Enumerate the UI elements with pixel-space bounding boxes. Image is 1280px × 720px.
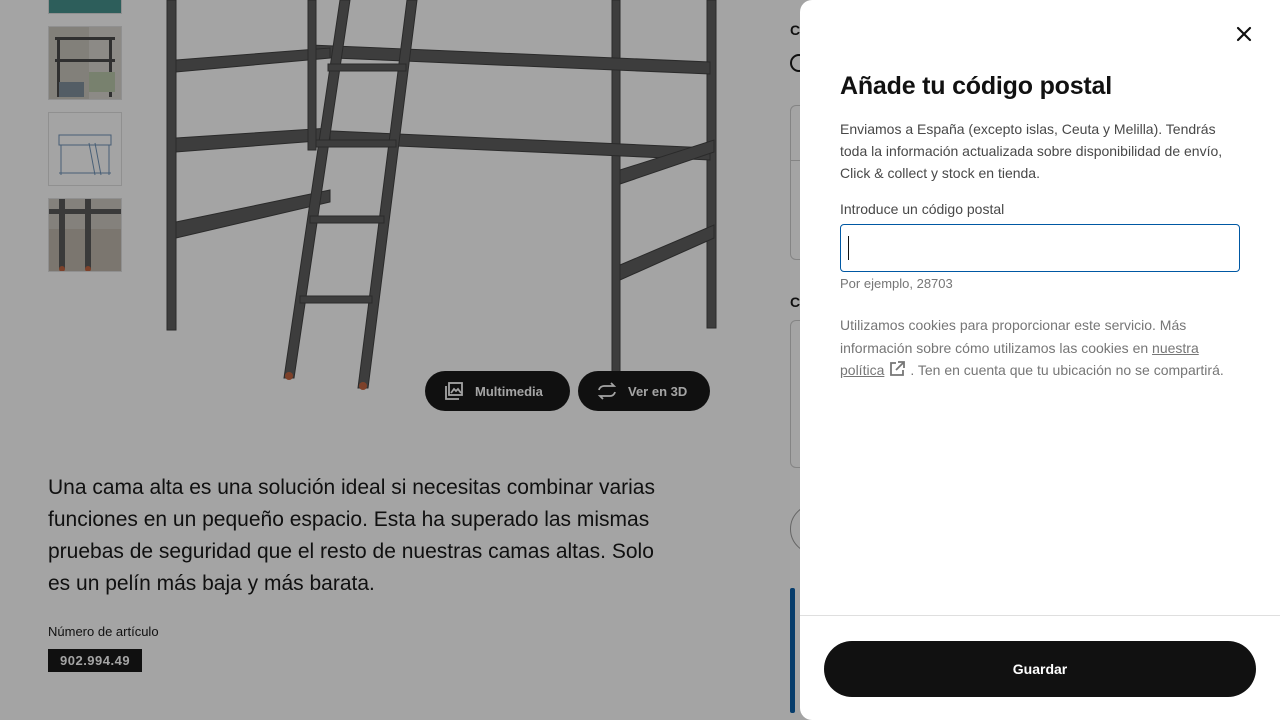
- save-button[interactable]: Guardar: [824, 641, 1256, 697]
- postal-code-input[interactable]: [840, 224, 1240, 272]
- cookie-text-after: . Ten en cuenta que tu ubicación no se c…: [910, 362, 1224, 378]
- postal-code-modal: Añade tu código postal Enviamos a España…: [800, 0, 1280, 720]
- postal-code-label: Introduce un código postal: [840, 201, 1005, 217]
- modal-footer: Guardar: [800, 615, 1280, 720]
- text-caret: [848, 236, 849, 260]
- modal-intro-text: Enviamos a España (excepto islas, Ceuta …: [840, 121, 1223, 181]
- external-link-icon: [888, 360, 906, 385]
- cookie-text-before: Utilizamos cookies para proporcionar est…: [840, 317, 1187, 356]
- close-icon: [1236, 26, 1252, 47]
- cookie-notice: Utilizamos cookies para proporcionar est…: [840, 314, 1240, 385]
- postal-code-hint: Por ejemplo, 28703: [840, 276, 953, 291]
- close-button[interactable]: [1228, 20, 1260, 52]
- modal-title: Añade tu código postal: [840, 72, 1112, 100]
